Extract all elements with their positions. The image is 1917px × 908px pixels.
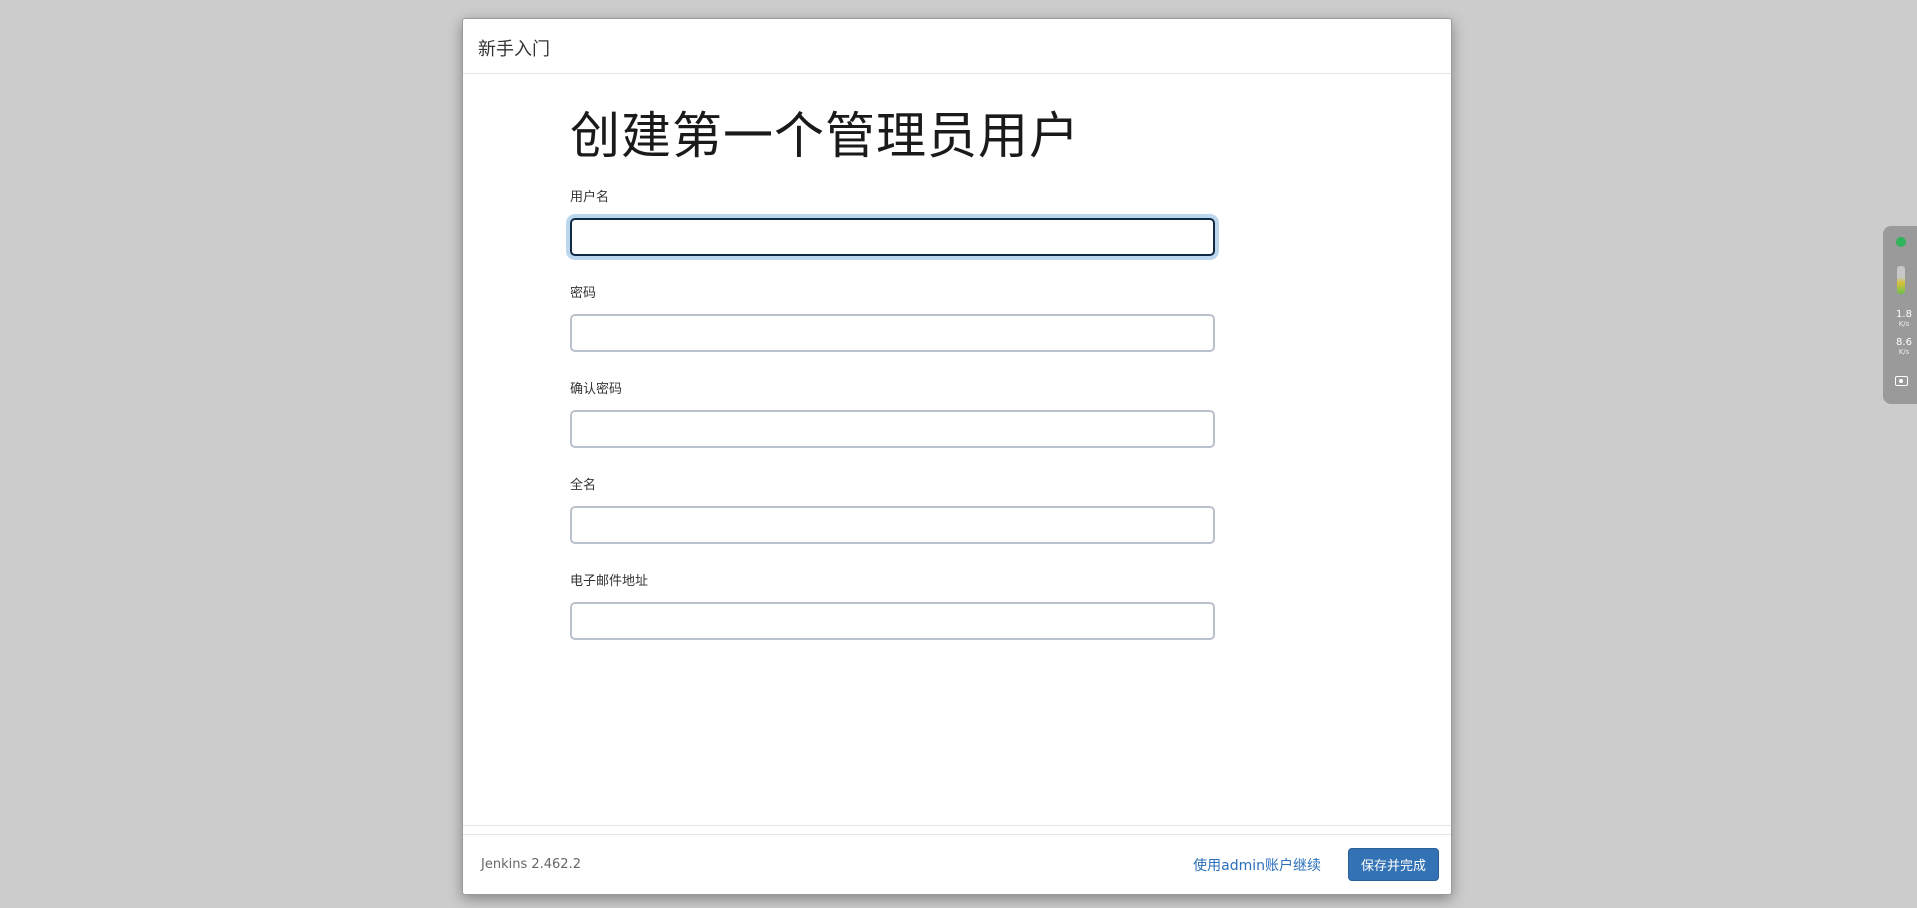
- confirm-password-input[interactable]: [570, 410, 1215, 448]
- username-field-group: 用户名: [570, 190, 1215, 256]
- save-and-finish-button[interactable]: 保存并完成: [1347, 848, 1439, 881]
- usage-meter: [1897, 266, 1905, 294]
- confirm-password-field-group: 确认密码: [570, 382, 1215, 448]
- create-admin-form: 创建第一个管理员用户 用户名 密码 确认密码 全名 电子邮件地址: [570, 106, 1215, 670]
- dialog-header: 新手入门: [463, 19, 1451, 74]
- upload-rate: 1.8 K/s: [1889, 309, 1917, 329]
- upload-rate-unit: K/s: [1898, 320, 1910, 328]
- fullname-label: 全名: [570, 478, 597, 493]
- password-field-group: 密码: [570, 286, 1215, 352]
- dialog-body: 创建第一个管理员用户 用户名 密码 确认密码 全名 电子邮件地址: [463, 74, 1451, 826]
- network-monitor-widget[interactable]: 1.8 K/s 8.6 K/s: [1883, 226, 1917, 404]
- setup-wizard-dialog: 新手入门 创建第一个管理员用户 用户名 密码 确认密码 全名 电子邮件地址 Je…: [462, 18, 1452, 895]
- status-dot-icon: [1896, 237, 1906, 247]
- jenkins-version: Jenkins 2.462.2: [481, 857, 581, 872]
- password-label: 密码: [570, 286, 597, 301]
- username-input[interactable]: [570, 218, 1215, 256]
- fullname-input[interactable]: [570, 506, 1215, 544]
- page-title: 创建第一个管理员用户: [570, 107, 1080, 165]
- email-label: 电子邮件地址: [570, 574, 649, 589]
- username-label: 用户名: [570, 190, 610, 205]
- continue-as-admin-link[interactable]: 使用admin账户继续: [1193, 855, 1321, 875]
- dialog-title: 新手入门: [478, 39, 550, 60]
- camera-icon[interactable]: [1895, 376, 1908, 386]
- password-input[interactable]: [570, 314, 1215, 352]
- download-rate-unit: K/s: [1898, 348, 1910, 356]
- dialog-footer: Jenkins 2.462.2 使用admin账户继续 保存并完成: [463, 834, 1451, 894]
- download-rate: 8.6 K/s: [1889, 337, 1917, 357]
- email-input[interactable]: [570, 602, 1215, 640]
- fullname-field-group: 全名: [570, 478, 1215, 544]
- download-rate-value: 8.6: [1896, 337, 1912, 348]
- email-field-group: 电子邮件地址: [570, 574, 1215, 640]
- upload-rate-value: 1.8: [1896, 309, 1912, 320]
- confirm-password-label: 确认密码: [570, 382, 623, 397]
